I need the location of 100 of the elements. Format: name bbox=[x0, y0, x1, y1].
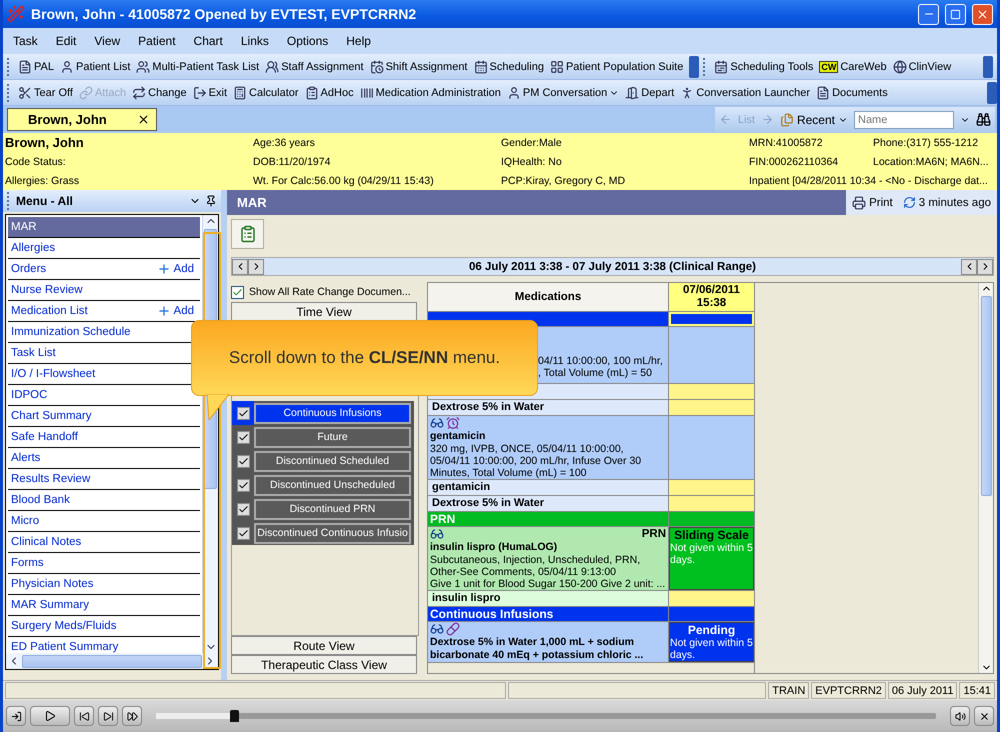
status-cell[interactable]: Pending Not given within 5 days. bbox=[669, 622, 754, 662]
toolbar-button[interactable]: CW CareWeb bbox=[819, 60, 887, 72]
minimize-button[interactable] bbox=[918, 4, 939, 24]
filter-button[interactable]: Discontinued Continuous Infusio bbox=[254, 522, 411, 544]
patient-tab[interactable]: Brown, John bbox=[7, 108, 157, 131]
barcode-icon bbox=[360, 86, 374, 100]
toolbar-button[interactable]: Staff Assignment bbox=[265, 60, 364, 74]
group-icon bbox=[265, 60, 280, 74]
maximize-button[interactable] bbox=[945, 4, 966, 24]
filter-button[interactable]: Discontinued Unscheduled bbox=[254, 474, 411, 496]
refresh-time[interactable]: 3 minutes ago bbox=[902, 196, 991, 209]
banner-field: PCP:Kiray, Gregory C, MD bbox=[501, 174, 749, 186]
filter-button[interactable]: Continuous Infusions bbox=[254, 402, 411, 424]
printer-icon bbox=[852, 196, 866, 210]
name-search-field[interactable]: Name bbox=[854, 110, 954, 128]
menu-item[interactable]: Task bbox=[13, 34, 38, 48]
view-button[interactable]: Time View bbox=[231, 302, 417, 321]
maximize-icon bbox=[950, 8, 961, 20]
overflow-chevron[interactable] bbox=[689, 56, 700, 78]
documents-icon bbox=[780, 112, 794, 126]
fast-forward-icon bbox=[126, 710, 138, 722]
filter-checkbox[interactable] bbox=[232, 401, 254, 425]
next-button[interactable] bbox=[977, 258, 993, 274]
menu-item[interactable]: MAR bbox=[8, 217, 200, 238]
scrollbar[interactable] bbox=[6, 653, 218, 669]
toolbar-button[interactable]: Scheduling bbox=[474, 60, 544, 74]
filter-button[interactable]: Discontinued Scheduled bbox=[254, 450, 411, 472]
exit-button[interactable] bbox=[6, 706, 26, 726]
toolbar-button[interactable]: Medication Administration bbox=[360, 86, 501, 100]
next-button[interactable] bbox=[248, 258, 264, 274]
scrollbar[interactable] bbox=[978, 283, 993, 673]
print-button[interactable]: Print bbox=[852, 196, 893, 210]
toolbar-button[interactable]: Depart bbox=[625, 86, 674, 100]
plus-icon bbox=[156, 304, 171, 318]
add-link[interactable]: Add bbox=[156, 262, 194, 276]
banner-field: Brown, John bbox=[5, 135, 253, 150]
person-icon bbox=[506, 86, 521, 100]
ingredient-name: insulin lispro bbox=[431, 591, 502, 605]
play-button[interactable] bbox=[30, 706, 70, 726]
menu-item[interactable]: Edit bbox=[56, 34, 76, 48]
menu-item[interactable]: Help bbox=[346, 34, 371, 48]
toolbar-button[interactable]: Tear Off bbox=[18, 86, 73, 100]
toolbar-button[interactable]: AdHoc bbox=[304, 86, 354, 100]
banner-field: Wt. For Calc:56.00 kg (04/29/11 15:43) bbox=[253, 174, 501, 186]
menu-item[interactable]: View bbox=[94, 34, 120, 48]
status-cell[interactable]: Sliding Scale Not given within 5 days. bbox=[669, 527, 754, 590]
previous-button[interactable] bbox=[961, 258, 977, 274]
previous-button[interactable] bbox=[232, 258, 248, 274]
section-label: PRN bbox=[430, 512, 456, 526]
menu-item[interactable]: Options bbox=[286, 34, 328, 48]
toolbar-button[interactable]: Exit bbox=[192, 86, 228, 100]
show-all-checkbox[interactable]: Show All Rate Change Documen... bbox=[231, 282, 419, 302]
toolbar-button[interactable]: Multi-Patient Task List bbox=[136, 60, 260, 74]
fast-forward-button[interactable] bbox=[122, 706, 142, 726]
status-title: Pending bbox=[686, 623, 736, 637]
toolbar-button[interactable]: Patient List bbox=[60, 60, 130, 74]
toolbar-button[interactable]: PAL bbox=[18, 60, 54, 74]
add-link[interactable]: Add bbox=[156, 304, 194, 318]
toolbar-button[interactable]: Scheduling Tools bbox=[714, 60, 814, 74]
menu-item[interactable]: Patient bbox=[138, 34, 176, 48]
toolbar-button[interactable]: Patient Population Suite bbox=[550, 60, 684, 74]
globe-icon bbox=[892, 60, 907, 74]
toolbar-button[interactable]: Change bbox=[132, 86, 187, 100]
overflow-chevron[interactable] bbox=[983, 56, 994, 78]
order-details: Give 1 unit for Blood Sugar 150-200 Give 2 unit: ... bbox=[430, 578, 666, 590]
view-button[interactable]: Route View bbox=[231, 636, 417, 655]
recent-button[interactable]: Recent bbox=[780, 112, 848, 126]
toolbar-button[interactable]: PM Conversation bbox=[506, 86, 620, 100]
banner-field: MRN:41005872 bbox=[749, 136, 873, 148]
menu-item[interactable]: Chart bbox=[194, 34, 223, 48]
slider-handle[interactable] bbox=[230, 710, 239, 722]
order-name: Dextrose 5% in Water 1,000 mL + sodium bicarbonate 40 mEq + potassium chloric ... bbox=[430, 636, 644, 662]
plus-icon bbox=[156, 262, 171, 276]
progress-slider[interactable] bbox=[156, 713, 936, 719]
overflow-chevron[interactable] bbox=[987, 82, 997, 104]
prn-tag: PRN bbox=[642, 528, 666, 540]
view-button[interactable]: Therapeutic Class View bbox=[231, 655, 417, 674]
document-icon bbox=[816, 86, 830, 100]
toolbar-button[interactable]: Calculator bbox=[233, 86, 299, 100]
previous-button[interactable] bbox=[74, 706, 94, 726]
toolbar-button[interactable]: Documents bbox=[816, 86, 888, 100]
next-button[interactable] bbox=[98, 706, 118, 726]
filter-button[interactable]: Discontinued PRN bbox=[254, 498, 411, 520]
play-icon bbox=[44, 710, 56, 722]
calculator-icon bbox=[233, 86, 248, 100]
order-cell[interactable]: gentamicin 320 mg, IVPB, ONCE, 05/04/11 10:00:00, 05/04/11 10:00:00, 200 mL/hr, Infuse Over 30 Minutes, Total Volume (mL) = 100 bbox=[428, 416, 669, 479]
check-icon bbox=[238, 480, 248, 490]
order-cell[interactable]: PRN insulin lispro (HumaLOG) Subcutaneous, Injection, Unscheduled, PRN, Other-See Comments, 05/04/11 9:13:00 Give 1 unit for Blood Sugar 150-200 Give 2 unit: ... bbox=[428, 527, 669, 590]
exit-icon bbox=[10, 710, 22, 722]
task-button[interactable] bbox=[231, 219, 264, 249]
banner-field: Allergies: Grass bbox=[5, 174, 253, 186]
order-cell[interactable]: Dextrose 5% in Water 1,000 mL + sodium bicarbonate 40 mEq + potassium chloric ... bbox=[428, 622, 669, 662]
menu-item[interactable]: Links bbox=[240, 34, 269, 48]
toolbar-button[interactable]: Shift Assignment bbox=[370, 60, 468, 74]
toolbar-button[interactable]: ClinView bbox=[892, 60, 952, 74]
close-button[interactable] bbox=[974, 706, 994, 726]
filter-button[interactable]: Future bbox=[254, 426, 411, 448]
toolbar-button[interactable]: Conversation Launcher bbox=[680, 86, 810, 100]
banner-field: DOB:11/20/1974 bbox=[253, 156, 501, 168]
volume-button[interactable] bbox=[950, 706, 970, 726]
